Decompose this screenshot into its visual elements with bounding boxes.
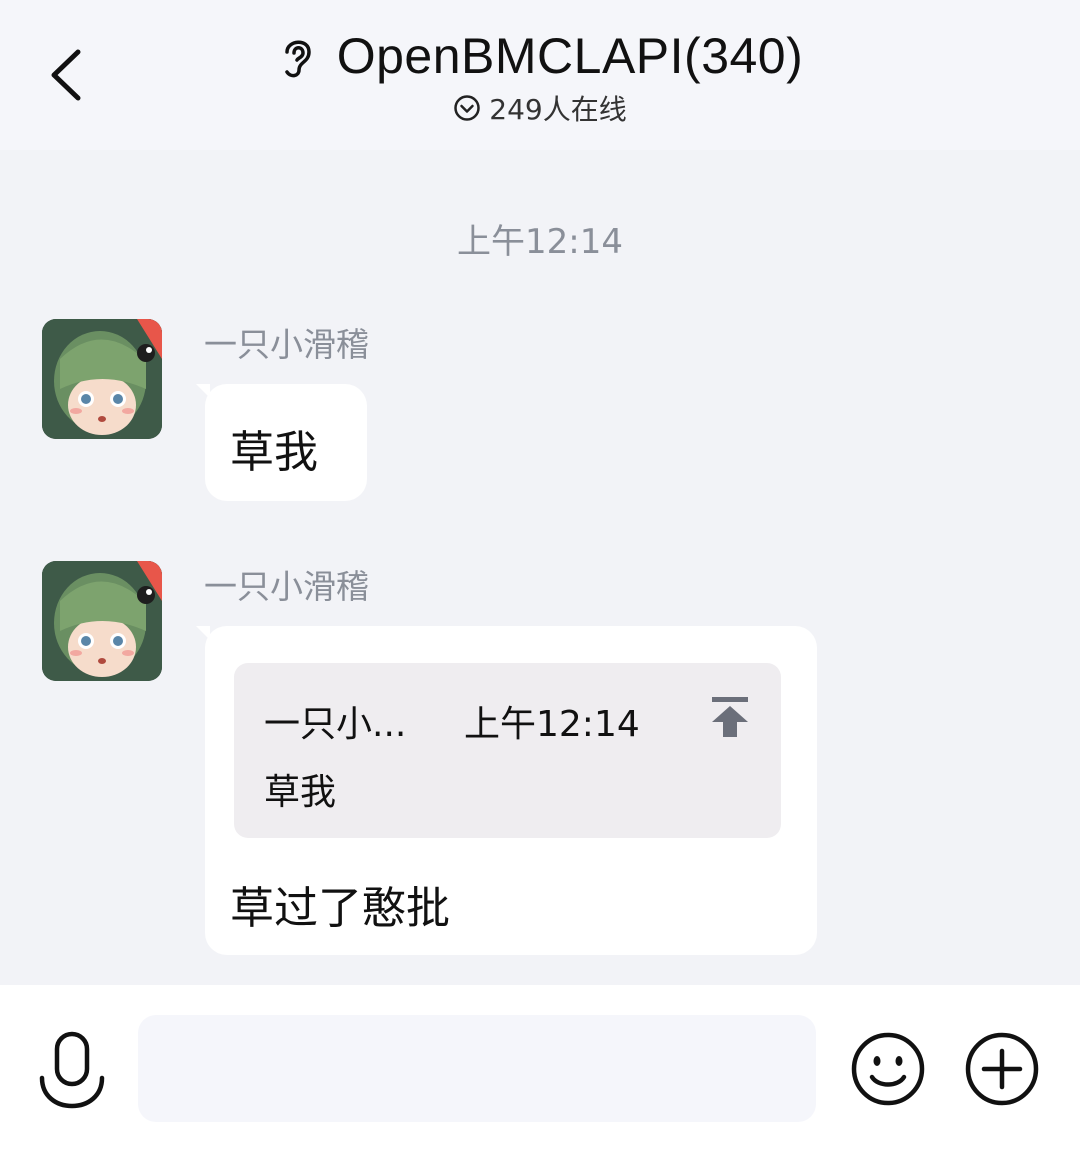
sender-name: 一只小滑稽 (204, 567, 369, 606)
ear-icon (284, 40, 311, 78)
sender-name: 一只小滑稽 (204, 325, 369, 364)
emoji-button[interactable] (850, 1031, 926, 1107)
voice-button[interactable] (36, 1030, 108, 1114)
sender-avatar[interactable] (42, 319, 162, 439)
quote-time: 上午12:14 (464, 704, 640, 745)
more-button[interactable] (964, 1031, 1040, 1107)
smiley-icon (851, 1032, 925, 1106)
quote-sender: 一只小... (264, 704, 407, 745)
online-status[interactable]: 249人在线 (0, 88, 1080, 128)
chat-header: OpenBMCLAPI(340) 249人在线 (0, 0, 1080, 150)
plus-circle-icon (965, 1032, 1039, 1106)
message-text: 草我 (230, 427, 318, 478)
quote-text: 草我 (264, 772, 337, 813)
avatar-image (42, 561, 162, 681)
jump-to-original-icon[interactable] (710, 695, 750, 739)
online-count: 249人在线 (489, 93, 627, 126)
microphone-icon (39, 1031, 105, 1109)
time-divider: 上午12:14 (457, 222, 623, 262)
message-bubble[interactable]: 草我 (205, 384, 367, 501)
avatar-image (42, 319, 162, 439)
chevron-down-circle-icon (454, 95, 481, 121)
group-title: OpenBMCLAPI(340) (336, 28, 804, 84)
title-row[interactable]: OpenBMCLAPI(340) (0, 24, 1080, 88)
quoted-message[interactable]: 一只小... 上午12:14 草我 (234, 663, 781, 838)
message-text: 草过了憨批 (230, 883, 450, 934)
sender-avatar[interactable] (42, 561, 162, 681)
message-input[interactable] (138, 1015, 816, 1122)
